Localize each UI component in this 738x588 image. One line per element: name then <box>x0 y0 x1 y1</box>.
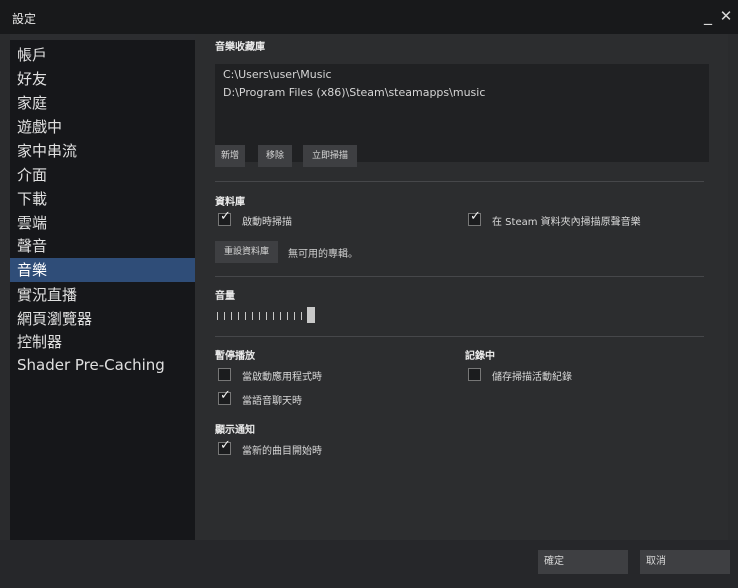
logging-heading: 記錄中 <box>465 351 495 362</box>
section-divider <box>215 181 704 182</box>
music-settings-panel: 音樂收藏庫 C:\Users\user\Music D:\Program Fil… <box>195 34 728 540</box>
scan-now-button[interactable]: 立即掃描 <box>303 145 357 167</box>
settings-sidebar: 帳戶 好友 家庭 遊戲中 家中串流 介面 下載 雲端 聲音 音樂 實況直播 網頁… <box>10 34 195 540</box>
sidebar-item-home-streaming[interactable]: 家中串流 <box>10 139 195 163</box>
scan-on-start-checkbox[interactable]: ✓ <box>218 209 231 226</box>
notify-new-track-checkbox[interactable]: ✓ <box>218 438 231 455</box>
slider-tick <box>266 312 267 320</box>
cancel-button[interactable]: 取消 <box>640 550 730 574</box>
close-button[interactable]: ✕ <box>717 6 735 26</box>
slider-tick <box>231 312 232 320</box>
ok-button[interactable]: 確定 <box>538 550 628 574</box>
library-path-item[interactable]: D:\Program Files (x86)\Steam\steamapps\m… <box>223 86 485 99</box>
slider-tick <box>301 312 302 320</box>
sidebar-item-in-game[interactable]: 遊戲中 <box>10 115 195 139</box>
scan-steam-folder-checkbox[interactable]: ✓ <box>468 209 481 226</box>
section-divider <box>215 276 704 277</box>
slider-tick <box>259 312 260 320</box>
sidebar-item-shader-pre-caching[interactable]: Shader Pre-Caching <box>10 353 195 377</box>
pause-on-app-start-label: 當啟動應用程式時 <box>242 372 322 383</box>
notifications-heading: 顯示通知 <box>215 425 255 436</box>
slider-tick <box>294 312 295 320</box>
sidebar-item-interface[interactable]: 介面 <box>10 163 195 187</box>
dialog-footer: 確定 取消 <box>0 540 738 588</box>
volume-slider[interactable] <box>217 312 309 321</box>
slider-tick <box>252 312 253 320</box>
checkmark-icon: ✓ <box>220 438 231 453</box>
sidebar-item-cloud[interactable]: 雲端 <box>10 211 195 235</box>
checkmark-icon: ✓ <box>470 209 481 224</box>
pause-on-voice-chat-label: 當語音聊天時 <box>242 396 302 407</box>
checkmark-icon: ✓ <box>220 388 231 403</box>
slider-tick <box>217 312 218 320</box>
remove-folder-button[interactable]: 移除 <box>258 145 292 167</box>
library-status-text: 無可用的專輯。 <box>288 249 358 260</box>
library-path-item[interactable]: C:\Users\user\Music <box>223 68 332 81</box>
volume-heading: 音量 <box>215 291 235 302</box>
title-bar[interactable]: 設定 _ ✕ <box>0 0 738 34</box>
notify-new-track-label: 當新的曲目開始時 <box>242 446 322 457</box>
minimize-button[interactable]: _ <box>699 6 717 26</box>
checkmark-icon: ✓ <box>220 209 231 224</box>
sidebar-item-music[interactable]: 音樂 <box>10 258 195 282</box>
sidebar-top-strip <box>10 34 195 40</box>
sidebar-item-account[interactable]: 帳戶 <box>10 43 195 67</box>
music-library-heading: 音樂收藏庫 <box>215 42 265 53</box>
sidebar-item-family[interactable]: 家庭 <box>10 91 195 115</box>
pause-on-app-start-checkbox[interactable] <box>218 368 231 381</box>
add-folder-button[interactable]: 新增 <box>215 145 245 167</box>
scan-on-start-label: 啟動時掃描 <box>242 217 292 228</box>
sidebar-item-broadcasting[interactable]: 實況直播 <box>10 283 195 307</box>
sidebar-item-voice[interactable]: 聲音 <box>10 234 195 258</box>
settings-window: 設定 _ ✕ 帳戶 好友 家庭 遊戲中 家中串流 介面 下載 雲端 聲音 音樂 … <box>0 0 738 588</box>
volume-slider-knob[interactable] <box>307 307 315 323</box>
reset-library-button[interactable]: 重設資料庫 <box>215 241 278 263</box>
slider-tick <box>273 312 274 320</box>
window-title: 設定 <box>12 12 37 26</box>
sidebar-item-controller[interactable]: 控制器 <box>10 330 195 354</box>
sidebar-item-downloads[interactable]: 下載 <box>10 187 195 211</box>
sidebar-item-web-browser[interactable]: 網頁瀏覽器 <box>10 307 195 331</box>
save-scan-log-checkbox[interactable] <box>468 368 481 381</box>
pause-heading: 暫停播放 <box>215 351 255 362</box>
library-heading: 資料庫 <box>215 197 245 208</box>
slider-tick <box>224 312 225 320</box>
slider-tick <box>238 312 239 320</box>
scan-steam-folder-label: 在 Steam 資料夾內掃描原聲音樂 <box>492 217 641 228</box>
slider-tick <box>287 312 288 320</box>
save-scan-log-label: 儲存掃描活動紀錄 <box>492 372 572 383</box>
slider-tick <box>280 312 281 320</box>
pause-on-voice-chat-checkbox[interactable]: ✓ <box>218 388 231 405</box>
sidebar-item-friends[interactable]: 好友 <box>10 67 195 91</box>
slider-tick <box>245 312 246 320</box>
section-divider <box>215 336 704 337</box>
